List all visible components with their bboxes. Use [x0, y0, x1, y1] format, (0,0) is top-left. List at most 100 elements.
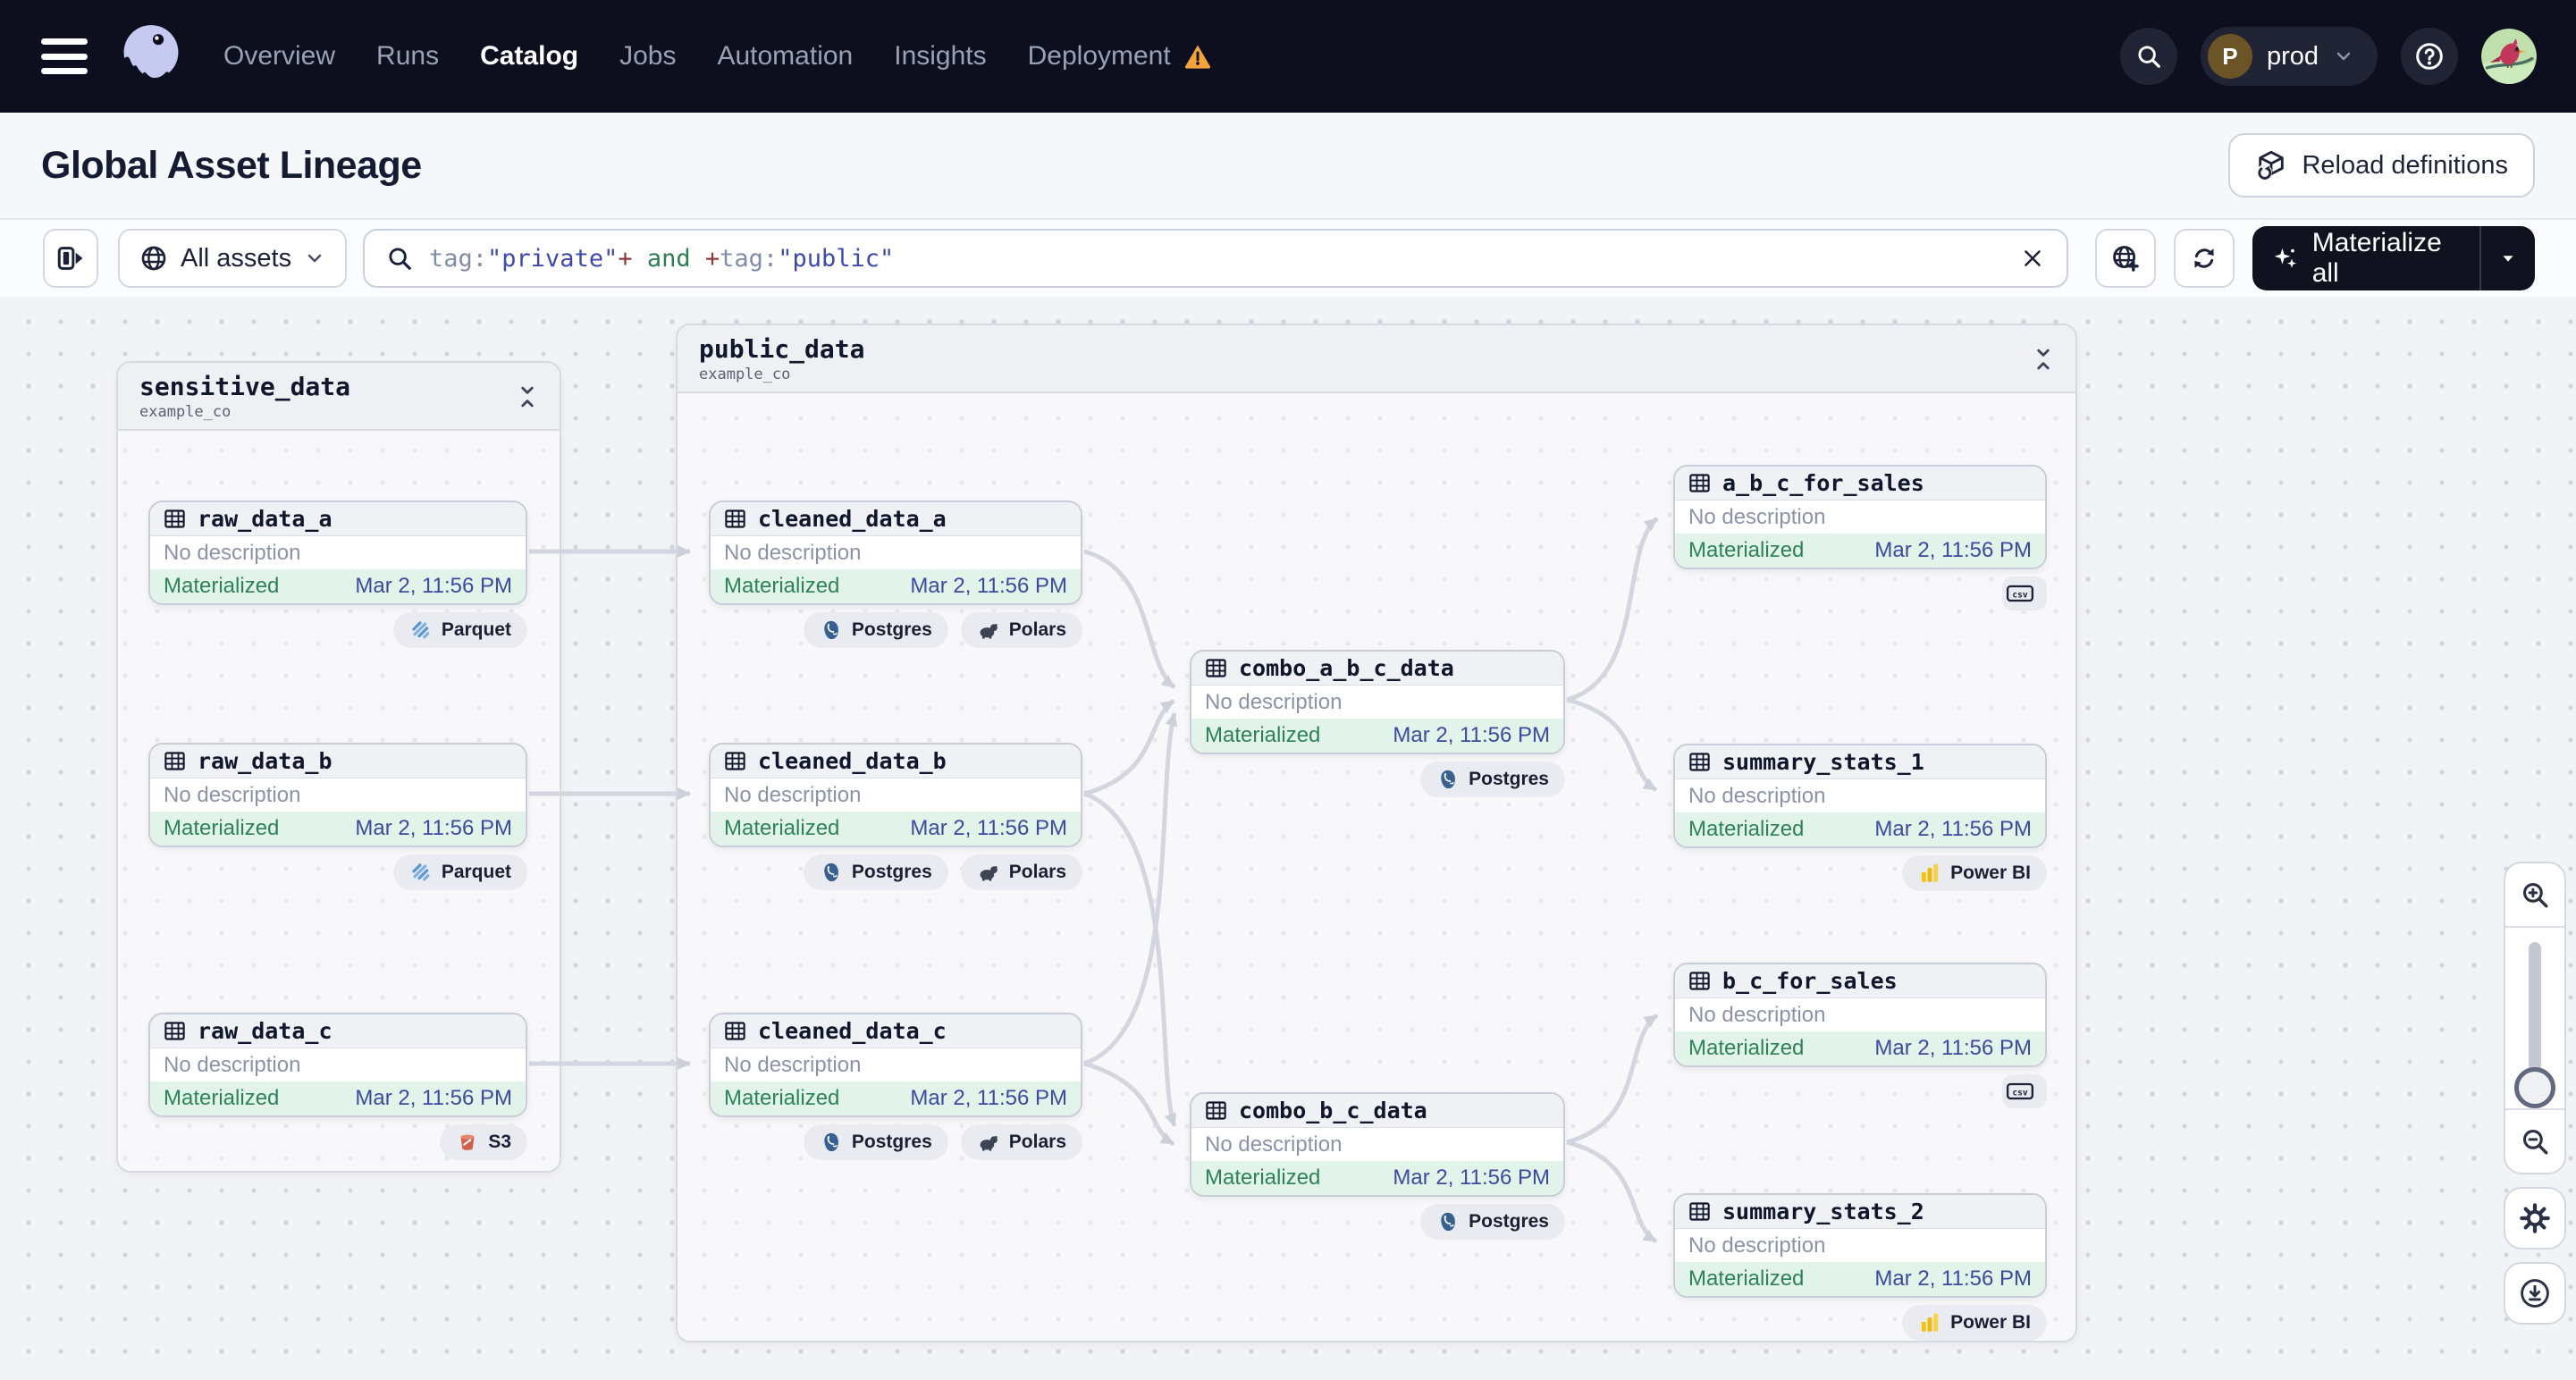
group-title: public_data	[699, 334, 865, 364]
asset-node-a_b_c_for_sales[interactable]: a_b_c_for_sales No description Materiali…	[1673, 465, 2047, 569]
nav-item-catalog[interactable]: Catalog	[480, 41, 578, 72]
materialize-options-button[interactable]	[2481, 248, 2535, 268]
global-search-button[interactable]	[2119, 28, 2177, 85]
badge-csv	[2002, 1074, 2047, 1108]
badge-polars: Polars	[960, 854, 1082, 890]
help-button[interactable]	[2401, 28, 2458, 85]
materialize-all-button[interactable]: Materialize all	[2252, 228, 2479, 289]
asset-node-combo_a_b_c_data[interactable]: combo_a_b_c_data No description Material…	[1190, 650, 1565, 754]
asset-query-input[interactable]: tag:"private"+ and +tag:"public"	[363, 229, 2068, 288]
asset-node-cleaned_data_a[interactable]: cleaned_data_a No description Materializ…	[709, 501, 1082, 605]
polars-icon	[977, 618, 1000, 642]
powerbi-icon	[1918, 862, 1941, 885]
collapse-group-icon[interactable]	[2031, 347, 2056, 372]
asset-name: cleaned_data_b	[758, 748, 947, 774]
asset-node-cleaned_data_b[interactable]: cleaned_data_b No description Materializ…	[709, 743, 1082, 847]
zoom-slider-thumb[interactable]	[2514, 1067, 2555, 1108]
group-header-sensitive_data[interactable]: sensitive_data example_co	[118, 363, 560, 431]
kind-tags-cleaned_data_a: Postgres Polars	[803, 612, 1082, 648]
nav-item-overview[interactable]: Overview	[223, 41, 335, 72]
refresh-icon	[2190, 244, 2218, 273]
asset-scope-dropdown[interactable]: All assets	[118, 229, 348, 288]
user-avatar[interactable]	[2481, 29, 2537, 84]
asset-description: No description	[724, 782, 862, 807]
close-icon	[2020, 246, 2045, 271]
asset-description: No description	[164, 782, 301, 807]
graph-settings-button[interactable]	[2504, 1187, 2566, 1250]
kind-tags-summary_stats_2: Power BI	[1902, 1305, 2047, 1341]
asset-name: summary_stats_2	[1722, 1199, 1924, 1224]
postgres-icon	[820, 1131, 843, 1154]
asset-status: Materialized	[724, 1086, 840, 1110]
asset-node-raw_data_c[interactable]: raw_data_c No description Materialized Ma…	[148, 1013, 527, 1117]
asset-node-summary_stats_1[interactable]: summary_stats_1 No description Materiali…	[1673, 744, 2047, 848]
dagster-logo[interactable]	[113, 18, 189, 95]
zoom-in-button[interactable]	[2505, 863, 2564, 926]
asset-status: Materialized	[724, 816, 840, 840]
clear-query-button[interactable]	[2020, 246, 2045, 271]
postgres-icon	[820, 618, 843, 642]
warning-icon	[1183, 42, 1212, 71]
environment-switcher[interactable]: P prod	[2200, 27, 2378, 86]
toggle-sidebar-button[interactable]	[43, 229, 98, 288]
hamburger-menu-icon[interactable]	[41, 38, 88, 74]
asset-name: b_c_for_sales	[1722, 968, 1898, 994]
asset-description: No description	[1688, 783, 1826, 808]
asset-name: raw_data_c	[198, 1018, 333, 1044]
asset-name: summary_stats_1	[1722, 749, 1924, 775]
asset-node-combo_b_c_data[interactable]: combo_b_c_data No description Materializ…	[1190, 1092, 1565, 1197]
nav-item-insights[interactable]: Insights	[894, 41, 986, 72]
nav-item-deployment[interactable]: Deployment	[1028, 41, 1212, 72]
zoom-out-button[interactable]	[2505, 1110, 2564, 1173]
asset-timestamp: Mar 2, 11:56 PM	[910, 1086, 1067, 1110]
badge-polars: Polars	[960, 1124, 1082, 1160]
gear-icon	[2519, 1202, 2551, 1234]
title-bar: Global Asset Lineage Reload definitions	[0, 113, 2576, 220]
environment-avatar: P	[2207, 34, 2252, 79]
asset-node-cleaned_data_c[interactable]: cleaned_data_c No description Materializ…	[709, 1013, 1082, 1117]
reload-definitions-button[interactable]: Reload definitions	[2228, 133, 2535, 198]
asset-timestamp: Mar 2, 11:56 PM	[910, 816, 1067, 840]
add-scope-button[interactable]	[2095, 229, 2156, 288]
page-title: Global Asset Lineage	[41, 143, 422, 187]
parquet-icon	[409, 618, 433, 642]
asset-timestamp: Mar 2, 11:56 PM	[355, 1086, 512, 1110]
lineage-toolbar: All assets tag:"private"+ and +tag:"publ…	[0, 220, 2576, 297]
nav-item-jobs[interactable]: Jobs	[619, 41, 676, 72]
asset-node-summary_stats_2[interactable]: summary_stats_2 No description Materiali…	[1673, 1193, 2047, 1298]
polars-icon	[977, 1131, 1000, 1154]
parquet-icon	[409, 861, 433, 884]
download-icon	[2519, 1277, 2551, 1309]
kind-tags-cleaned_data_b: Postgres Polars	[803, 854, 1082, 890]
table-icon	[163, 1019, 187, 1043]
table-icon	[1688, 1199, 1712, 1224]
asset-timestamp: Mar 2, 11:56 PM	[1874, 1036, 2032, 1060]
download-graph-button[interactable]	[2504, 1262, 2566, 1325]
refresh-graph-button[interactable]	[2174, 229, 2235, 288]
asset-node-b_c_for_sales[interactable]: b_c_for_sales No description Materialize…	[1673, 963, 2047, 1067]
asset-node-raw_data_b[interactable]: raw_data_b No description Materialized Ma…	[148, 743, 527, 847]
asset-timestamp: Mar 2, 11:56 PM	[1874, 538, 2032, 562]
asset-status: Materialized	[724, 574, 840, 598]
kind-tags-raw_data_c: S3	[440, 1124, 527, 1160]
asset-status: Materialized	[164, 1086, 280, 1110]
asset-timestamp: Mar 2, 11:56 PM	[1874, 1266, 2032, 1291]
group-header-public_data[interactable]: public_data example_co	[678, 325, 2075, 393]
asset-description: No description	[164, 540, 301, 565]
nav-item-runs[interactable]: Runs	[376, 41, 439, 72]
kind-tags-combo_b_c_data: Postgres	[1420, 1204, 1565, 1240]
asset-status: Materialized	[164, 816, 280, 840]
asset-name: combo_b_c_data	[1239, 1098, 1427, 1123]
polars-icon	[977, 861, 1000, 884]
search-icon	[2135, 43, 2162, 70]
globe-icon	[139, 244, 168, 273]
asset-node-raw_data_a[interactable]: raw_data_a No description Materialized Ma…	[148, 501, 527, 605]
nav-item-automation[interactable]: Automation	[717, 41, 853, 72]
table-icon	[1688, 969, 1712, 993]
asset-timestamp: Mar 2, 11:56 PM	[355, 574, 512, 598]
question-icon	[2414, 41, 2445, 72]
asset-status: Materialized	[164, 574, 280, 598]
badge-postgres: Postgres	[1420, 762, 1565, 797]
collapse-group-icon[interactable]	[515, 384, 540, 409]
zoom-out-icon	[2520, 1126, 2550, 1157]
